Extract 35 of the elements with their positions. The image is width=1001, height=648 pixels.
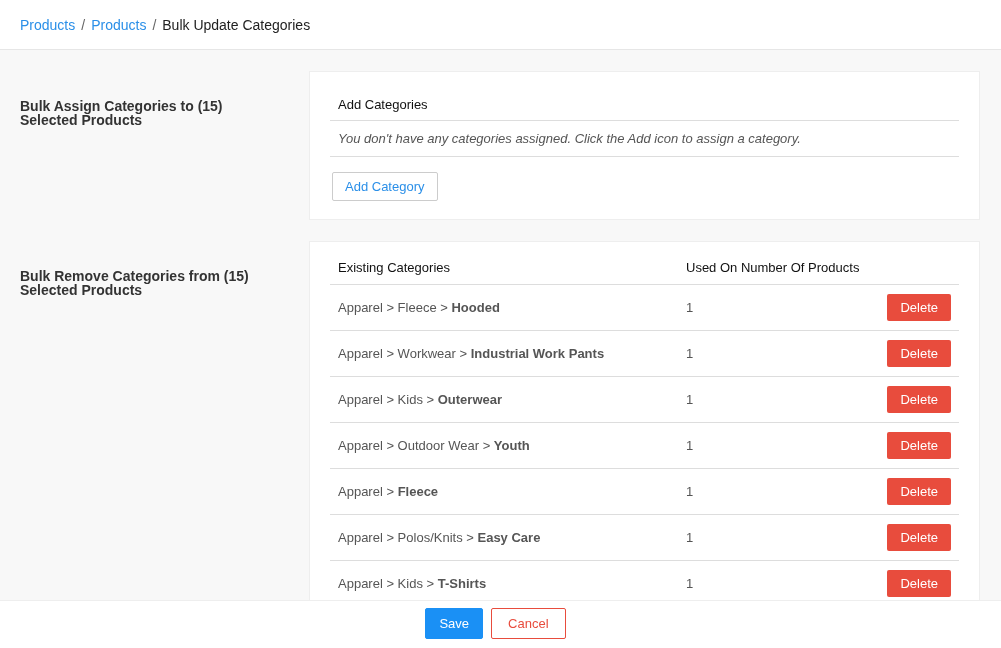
breadcrumb-link[interactable]: Products: [20, 16, 76, 33]
delete-button[interactable]: Delete: [887, 294, 951, 321]
breadcrumb-link[interactable]: Products: [91, 16, 147, 33]
category-path: Apparel > Kids > T-Shirts: [338, 576, 488, 591]
column-header: Used On Number Of Products: [686, 259, 861, 275]
category-path: Apparel > Fleece: [338, 484, 440, 499]
product-count: 1: [686, 484, 695, 499]
cancel-button[interactable]: Cancel: [491, 608, 566, 639]
category-path: Apparel > Kids > Outerwear: [338, 392, 504, 407]
delete-button[interactable]: Delete: [887, 432, 951, 459]
category-path: Apparel > Polos/Knits > Easy Care: [338, 530, 542, 545]
delete-button[interactable]: Delete: [887, 340, 951, 367]
empty-message: You don't have any categories assigned. Click the Add icon to assign a category.: [330, 121, 959, 157]
product-count: 1: [686, 392, 695, 407]
product-count: 1: [686, 530, 695, 545]
product-count: 1: [686, 300, 695, 315]
category-path: Apparel > Outdoor Wear > Youth: [338, 438, 531, 453]
product-count: 1: [686, 438, 695, 453]
product-count: 1: [686, 576, 695, 591]
delete-button[interactable]: Delete: [887, 386, 951, 413]
delete-button[interactable]: Delete: [887, 478, 951, 505]
category-path: Apparel > Fleece > Hooded: [338, 300, 501, 315]
section-title: Bulk Assign Categories to (15) Selected Products: [20, 99, 224, 127]
breadcrumb-separator: /: [81, 16, 86, 33]
save-button[interactable]: Save: [425, 608, 484, 639]
breadcrumb-separator: /: [152, 16, 157, 33]
delete-button[interactable]: Delete: [887, 570, 951, 597]
column-header: Existing Categories: [338, 259, 451, 275]
current-page-label: Bulk Update Categories: [162, 16, 311, 33]
delete-button[interactable]: Delete: [887, 524, 951, 551]
card-title: Add Categories: [330, 87, 959, 121]
product-count: 1: [686, 346, 695, 361]
category-path: Apparel > Workwear > Industrial Work Pants: [338, 346, 606, 361]
section-title: Bulk Remove Categories from (15) Selected Products: [20, 269, 250, 297]
add-category-button[interactable]: Add Category: [332, 172, 438, 201]
